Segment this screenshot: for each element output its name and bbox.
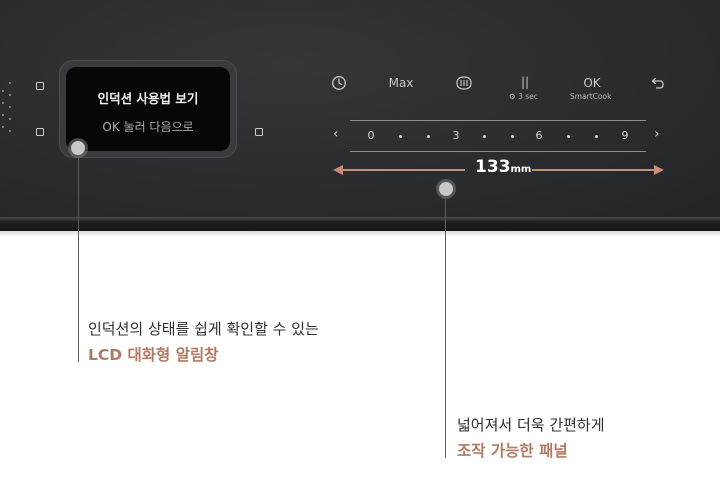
- lcd-title: 인덕션 사용법 보기: [97, 91, 199, 106]
- slider-dot[interactable]: [483, 135, 486, 138]
- slider-top-line: [350, 120, 646, 121]
- chevron-left-icon[interactable]: ‹: [333, 126, 339, 142]
- dimension-value: 133mm: [475, 157, 531, 177]
- back-arrow-icon[interactable]: [649, 75, 665, 91]
- lcd-callout-marker: [71, 141, 85, 155]
- lock-sub-label: ⚙ 3 sec: [509, 92, 538, 101]
- panel-callout-text: 넓어져서 더욱 간편하게: [457, 416, 605, 434]
- max-button[interactable]: Max: [384, 76, 418, 90]
- dimension-unit: mm: [510, 164, 532, 175]
- dimension-line-right: [532, 169, 656, 171]
- lcd-callout-highlight: LCD 대화형 알림창: [88, 346, 219, 364]
- slider-label-0[interactable]: 0: [364, 129, 378, 142]
- zone-select-button-top[interactable]: [36, 82, 44, 90]
- lcd-subtitle: OK 눌러 다음으로: [102, 120, 194, 134]
- edge-zone-marks: [0, 80, 16, 136]
- panel-shadow: [0, 231, 720, 237]
- panel-callout-line: [445, 196, 446, 458]
- dimension-number: 133: [475, 157, 511, 177]
- slider-label-9[interactable]: 9: [618, 129, 632, 142]
- ok-button[interactable]: OK: [578, 76, 606, 90]
- clock-icon[interactable]: [331, 75, 347, 91]
- lcd-callout-line: [78, 155, 79, 362]
- lock-duration: 3 sec: [518, 92, 538, 101]
- panel-callout-marker: [439, 182, 453, 196]
- pause-button[interactable]: ||: [516, 75, 534, 89]
- pan-detect-icon[interactable]: [455, 74, 473, 92]
- lcd-display: [66, 67, 230, 151]
- panel-callout-highlight: 조작 가능한 패널: [457, 442, 568, 460]
- lcd-callout-text: 인덕션의 상태를 쉽게 확인할 수 있는: [88, 320, 319, 338]
- slider-dot[interactable]: [511, 135, 514, 138]
- slider-dot[interactable]: [427, 135, 430, 138]
- slider-label-6[interactable]: 6: [532, 129, 546, 142]
- dimension-arrowhead-right: [654, 165, 664, 175]
- slider-dot[interactable]: [595, 135, 598, 138]
- zone-select-button-bottom[interactable]: [36, 128, 44, 136]
- panel-rim: [0, 217, 720, 231]
- lock-icon: ⚙: [509, 92, 516, 101]
- slider-dot[interactable]: [399, 135, 402, 138]
- slider-label-3[interactable]: 3: [449, 129, 463, 142]
- slider-bottom-line: [350, 151, 646, 152]
- dimension-line-left: [341, 169, 465, 171]
- slider-dot[interactable]: [567, 135, 570, 138]
- chevron-right-icon[interactable]: ›: [654, 126, 660, 142]
- lcd-side-button[interactable]: [255, 128, 263, 136]
- smartcook-label: SmartCook: [570, 92, 612, 101]
